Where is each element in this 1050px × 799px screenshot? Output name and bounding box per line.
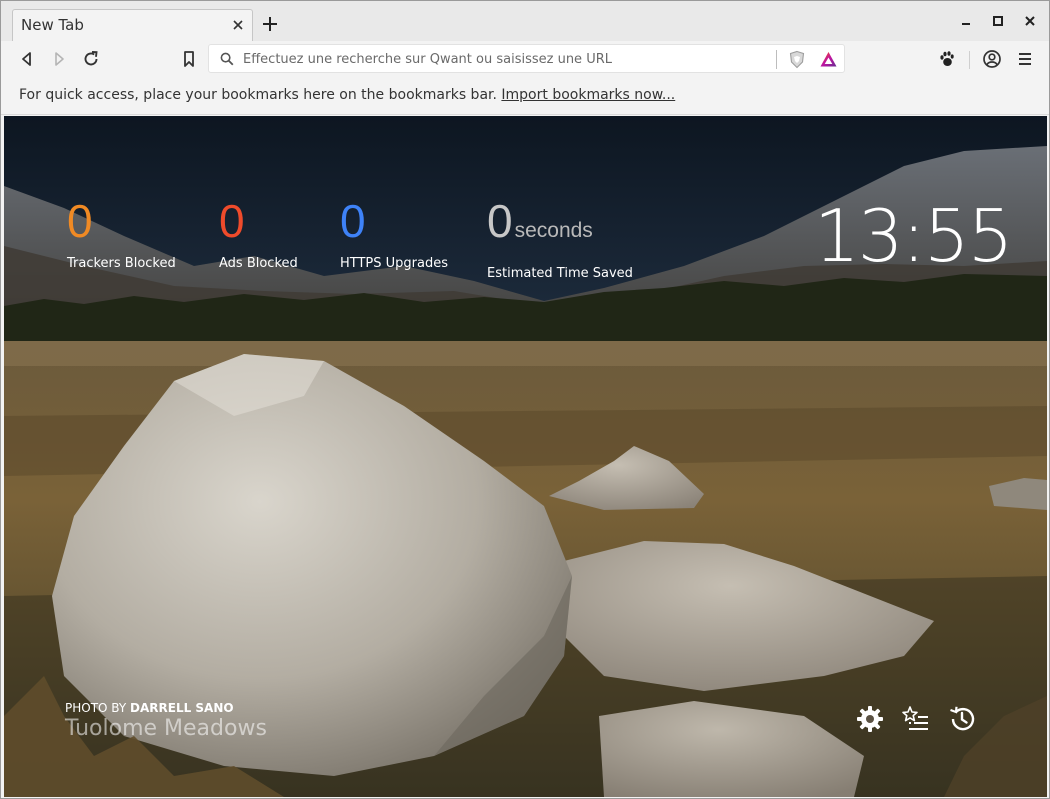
ads-blocked-label: Ads Blocked xyxy=(219,256,298,271)
trackers-blocked-label: Trackers Blocked xyxy=(67,256,176,271)
time-saved-unit: seconds xyxy=(514,219,593,242)
history-clock-icon[interactable] xyxy=(947,704,977,734)
import-bookmarks-link[interactable]: Import bookmarks now... xyxy=(501,87,675,103)
search-icon xyxy=(220,52,234,66)
paw-icon[interactable] xyxy=(936,49,956,69)
bookmark-icon[interactable] xyxy=(179,49,199,69)
tab-new-tab[interactable]: New Tab xyxy=(12,9,253,41)
browser-window: New Tab Effectuez une recherche sur Qwan… xyxy=(0,0,1050,799)
profile-icon[interactable] xyxy=(982,49,1002,69)
window-close-icon[interactable] xyxy=(1022,13,1038,29)
photo-credit: PHOTO BY DARRELL SANO Tuolome Meadows xyxy=(65,701,267,741)
photo-location: Tuolome Meadows xyxy=(65,716,267,741)
back-arrow-icon[interactable] xyxy=(17,49,37,69)
time-saved-label: Estimated Time Saved xyxy=(487,266,633,281)
hamburger-menu-icon[interactable] xyxy=(1015,49,1035,69)
forward-arrow-icon[interactable] xyxy=(49,49,69,69)
url-input[interactable] xyxy=(243,50,763,68)
new-tab-page: 0 Trackers Blocked 0 Ads Blocked 0 HTTPS… xyxy=(4,116,1047,797)
photo-by-prefix: PHOTO BY xyxy=(65,701,131,715)
url-bar[interactable] xyxy=(208,44,845,73)
https-upgrades-count: 0 xyxy=(340,195,366,247)
bookmarks-star-list-icon[interactable] xyxy=(901,704,931,734)
toolbar xyxy=(1,41,1049,77)
minimize-icon[interactable] xyxy=(958,13,974,29)
clock: 13:55 xyxy=(814,194,1013,278)
stat-time-saved: 0seconds Estimated Time Saved xyxy=(487,198,633,281)
trackers-blocked-count: 0 xyxy=(67,195,93,247)
stat-https-upgrades: 0 HTTPS Upgrades xyxy=(340,198,448,271)
maximize-icon[interactable] xyxy=(990,13,1006,29)
https-upgrades-label: HTTPS Upgrades xyxy=(340,256,449,271)
photographer-name: DARRELL SANO xyxy=(130,701,234,715)
bookmarks-bar-message-row: For quick access, place your bookmarks h… xyxy=(19,87,675,103)
close-icon[interactable] xyxy=(230,17,246,33)
plus-icon[interactable] xyxy=(261,15,279,33)
stat-ads-blocked: 0 Ads Blocked xyxy=(219,198,298,271)
time-saved-count: 0 xyxy=(487,195,513,247)
brave-shield-icon[interactable] xyxy=(788,50,806,69)
bookmarks-bar-message: For quick access, place your bookmarks h… xyxy=(19,87,497,103)
tab-strip: New Tab xyxy=(1,1,1049,41)
ads-blocked-count: 0 xyxy=(219,195,245,247)
url-bar-divider xyxy=(776,50,777,69)
time-saved-value-row: 0seconds xyxy=(487,198,633,254)
reload-icon[interactable] xyxy=(81,49,101,69)
gear-icon[interactable] xyxy=(855,704,885,734)
brave-rewards-triangle-icon[interactable] xyxy=(819,50,838,69)
bookmarks-bar: For quick access, place your bookmarks h… xyxy=(1,77,1049,115)
photo-credit-byline: PHOTO BY DARRELL SANO xyxy=(65,701,267,715)
toolbar-divider xyxy=(969,51,970,69)
tab-title: New Tab xyxy=(21,16,84,34)
stat-trackers-blocked: 0 Trackers Blocked xyxy=(67,198,176,271)
